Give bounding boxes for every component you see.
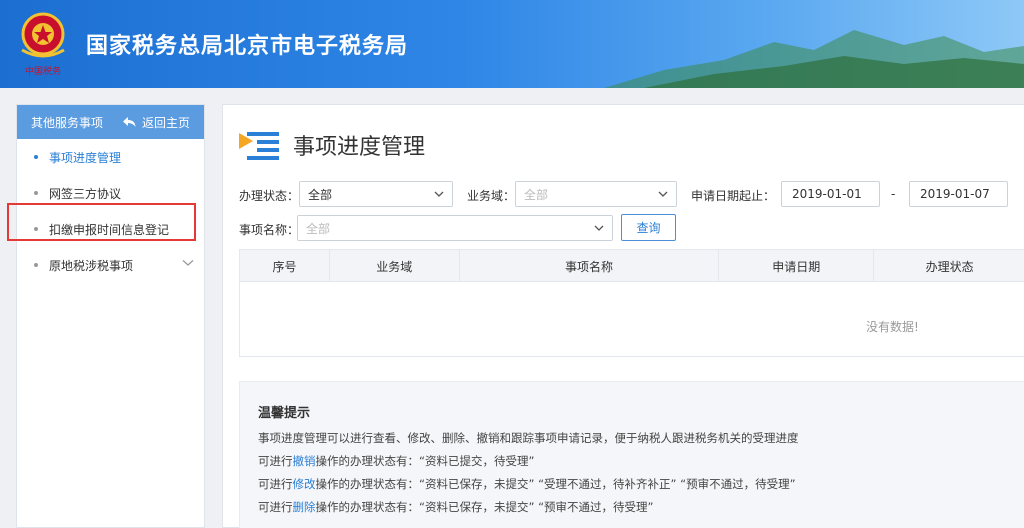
- tip-line-delete: 可进行删除操作的办理状态有：“资料已保存，未提交” “预审不通过，待受理”: [258, 499, 653, 515]
- date-range-label: 申请日期起止：: [691, 189, 776, 203]
- back-arrow-icon: [122, 116, 136, 127]
- bullet-dot: [34, 155, 38, 159]
- tip-suffix: 操作的办理状态有：“资料已保存，未提交” “预审不通过，待受理”: [315, 500, 654, 514]
- tips-panel: 温馨提示 事项进度管理可以进行查看、修改、删除、撤销和跟踪事项申请记录，便于纳税…: [239, 381, 1024, 528]
- chevron-down-icon: [182, 260, 194, 266]
- tip-line-modify: 可进行修改操作的办理状态有：“资料已保存，未提交” “受理不通过，待补齐补正” …: [258, 476, 796, 492]
- main-panel: 事项进度管理 办理状态： 全部 业务域： 全部 申请日期起止： 2019-01-…: [222, 104, 1024, 528]
- mountain-decoration: [604, 30, 1024, 88]
- sidebar-item-label: 扣缴申报时间信息登记: [49, 222, 170, 237]
- tip-line-revoke: 可进行撤销操作的办理状态有：“资料已提交，待受理”: [258, 453, 534, 469]
- page-title: 事项进度管理: [293, 135, 426, 160]
- tip-suffix: 操作的办理状态有：“资料已保存，未提交” “受理不通过，待补齐补正” “预审不通…: [315, 477, 796, 491]
- item-name-select-value: 全部: [306, 221, 331, 236]
- column-header-apply-date[interactable]: 申请日期: [719, 250, 875, 282]
- caret-down-icon: [594, 225, 604, 231]
- date-from-input[interactable]: 2019-01-01: [781, 181, 880, 207]
- site-title: 国家税务总局北京市电子税务局: [86, 34, 409, 59]
- page-title-row: 事项进度管理: [239, 129, 425, 161]
- tip-prefix: 可进行: [258, 454, 293, 468]
- domain-select[interactable]: 全部: [515, 181, 677, 207]
- caret-down-icon: [434, 191, 444, 197]
- back-home-label: 返回主页: [141, 115, 190, 130]
- column-header-index[interactable]: 序号: [240, 250, 330, 282]
- revoke-action-link[interactable]: 撤销: [293, 454, 316, 468]
- svg-text:中国税务: 中国税务: [25, 65, 61, 77]
- delete-action-link[interactable]: 删除: [293, 500, 316, 514]
- column-header-domain[interactable]: 业务域: [330, 250, 460, 282]
- bullet-dot: [34, 227, 38, 231]
- sidebar-item-tripartite[interactable]: 网签三方协议: [17, 175, 204, 211]
- site-header: 中国税务 国家税务总局北京市电子税务局: [0, 0, 1024, 88]
- status-select[interactable]: 全部: [299, 181, 453, 207]
- page-title-icon: [239, 132, 279, 160]
- date-to-input[interactable]: 2019-01-07: [909, 181, 1008, 207]
- tip-suffix: 操作的办理状态有：“资料已提交，待受理”: [315, 454, 535, 468]
- tip-prefix: 可进行: [258, 500, 293, 514]
- sidebar-item-progress[interactable]: 事项进度管理: [17, 139, 204, 175]
- sidebar-item-withholding[interactable]: 扣缴申报时间信息登记: [17, 211, 204, 247]
- sidebar-item-local-tax[interactable]: 原地税涉税事项: [17, 247, 204, 283]
- modify-action-link[interactable]: 修改: [293, 477, 316, 491]
- back-home-link[interactable]: 返回主页: [122, 114, 190, 131]
- status-label: 办理状态：: [239, 189, 300, 203]
- column-header-status[interactable]: 办理状态: [874, 250, 1024, 282]
- query-button[interactable]: 查询: [621, 214, 676, 241]
- sidebar-header-label: 其他服务事项: [31, 115, 104, 130]
- domain-select-value: 全部: [524, 187, 549, 202]
- sidebar: 其他服务事项 返回主页 事项进度管理 网签三方协议 扣缴申报时间信息登记 原地税…: [16, 104, 205, 528]
- tip-prefix: 可进行: [258, 477, 293, 491]
- results-table: 序号 业务域 事项名称 申请日期 办理状态 没有数据!: [239, 249, 1024, 357]
- caret-down-icon: [658, 191, 668, 197]
- table-header: 序号 业务域 事项名称 申请日期 办理状态: [240, 250, 1024, 282]
- domain-label: 业务域：: [467, 189, 516, 203]
- empty-state-text: 没有数据!: [866, 320, 919, 334]
- tips-title: 温馨提示: [258, 406, 311, 421]
- sidebar-header: 其他服务事项 返回主页: [17, 105, 204, 139]
- status-select-value: 全部: [308, 187, 333, 202]
- bullet-dot: [34, 191, 38, 195]
- sidebar-item-label: 网签三方协议: [49, 186, 122, 201]
- bullet-dot: [34, 263, 38, 267]
- item-name-label: 事项名称：: [239, 223, 300, 237]
- sidebar-item-label: 原地税涉税事项: [49, 258, 134, 273]
- column-header-item-name[interactable]: 事项名称: [460, 250, 720, 282]
- sidebar-item-label: 事项进度管理: [49, 150, 122, 165]
- tax-emblem-icon: 中国税务: [21, 12, 65, 77]
- tip-line-intro: 事项进度管理可以进行查看、修改、删除、撤销和跟踪事项申请记录，便于纳税人跟进税务…: [258, 431, 799, 445]
- date-separator: -: [891, 187, 896, 201]
- item-name-select[interactable]: 全部: [297, 215, 613, 241]
